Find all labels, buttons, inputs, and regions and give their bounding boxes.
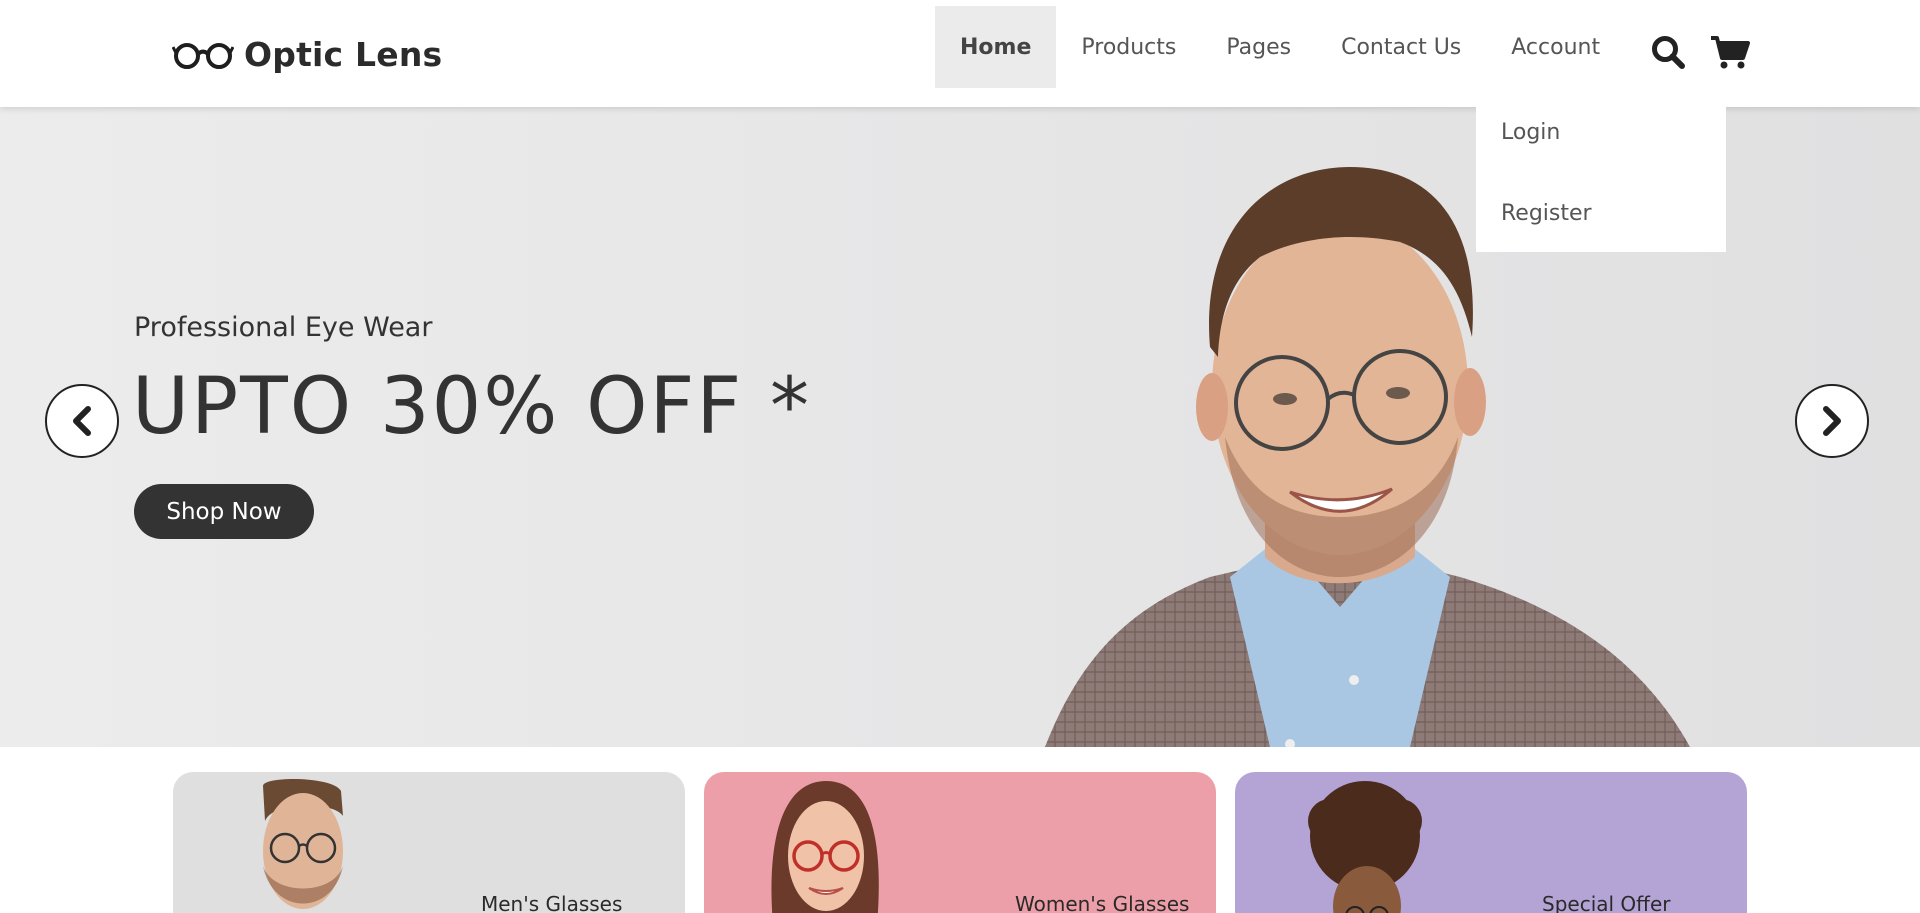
main-nav: Home Products Pages Contact Us Account bbox=[935, 6, 1625, 88]
category-card-women[interactable]: Women's Glasses bbox=[704, 772, 1216, 913]
logo-text: Optic Lens bbox=[244, 34, 443, 74]
hero-subtitle: Professional Eye Wear bbox=[134, 312, 433, 343]
slider-next-button[interactable] bbox=[1795, 384, 1869, 458]
cart-button[interactable] bbox=[1710, 34, 1750, 70]
chevron-right-icon bbox=[1823, 406, 1841, 436]
nav-pages[interactable]: Pages bbox=[1201, 6, 1316, 88]
category-label-women: Women's Glasses bbox=[1015, 892, 1190, 913]
category-card-special-offer[interactable]: Special Offer bbox=[1235, 772, 1747, 913]
nav-products[interactable]: Products bbox=[1056, 6, 1201, 88]
shop-now-button[interactable]: Shop Now bbox=[134, 484, 314, 539]
nav-account[interactable]: Account bbox=[1486, 6, 1625, 88]
glasses-logo-icon bbox=[172, 43, 234, 69]
dropdown-login[interactable]: Login bbox=[1476, 92, 1726, 173]
category-label-special-offer: Special Offer bbox=[1542, 892, 1671, 913]
dropdown-register[interactable]: Register bbox=[1476, 173, 1726, 254]
women-model-image bbox=[771, 781, 879, 913]
search-button[interactable] bbox=[1650, 34, 1686, 70]
chevron-left-icon bbox=[73, 406, 91, 436]
category-label-men: Men's Glasses bbox=[481, 892, 623, 913]
men-model-image bbox=[263, 779, 343, 909]
cart-icon bbox=[1711, 36, 1750, 69]
account-dropdown: Login Register bbox=[1476, 92, 1726, 252]
category-cards: Men's Glasses Women's Glasses Special Of… bbox=[173, 772, 1747, 913]
search-icon bbox=[1652, 36, 1685, 69]
slider-prev-button[interactable] bbox=[45, 384, 119, 458]
category-card-men[interactable]: Men's Glasses bbox=[173, 772, 685, 913]
nav-contact-us[interactable]: Contact Us bbox=[1316, 6, 1486, 88]
nav-home[interactable]: Home bbox=[935, 6, 1057, 88]
special-offer-model-image bbox=[1308, 781, 1422, 913]
site-header: Optic Lens Home Products Pages Contact U… bbox=[0, 0, 1920, 107]
logo[interactable]: Optic Lens bbox=[172, 30, 442, 78]
hero-title: UPTO 30% OFF * bbox=[132, 362, 812, 452]
